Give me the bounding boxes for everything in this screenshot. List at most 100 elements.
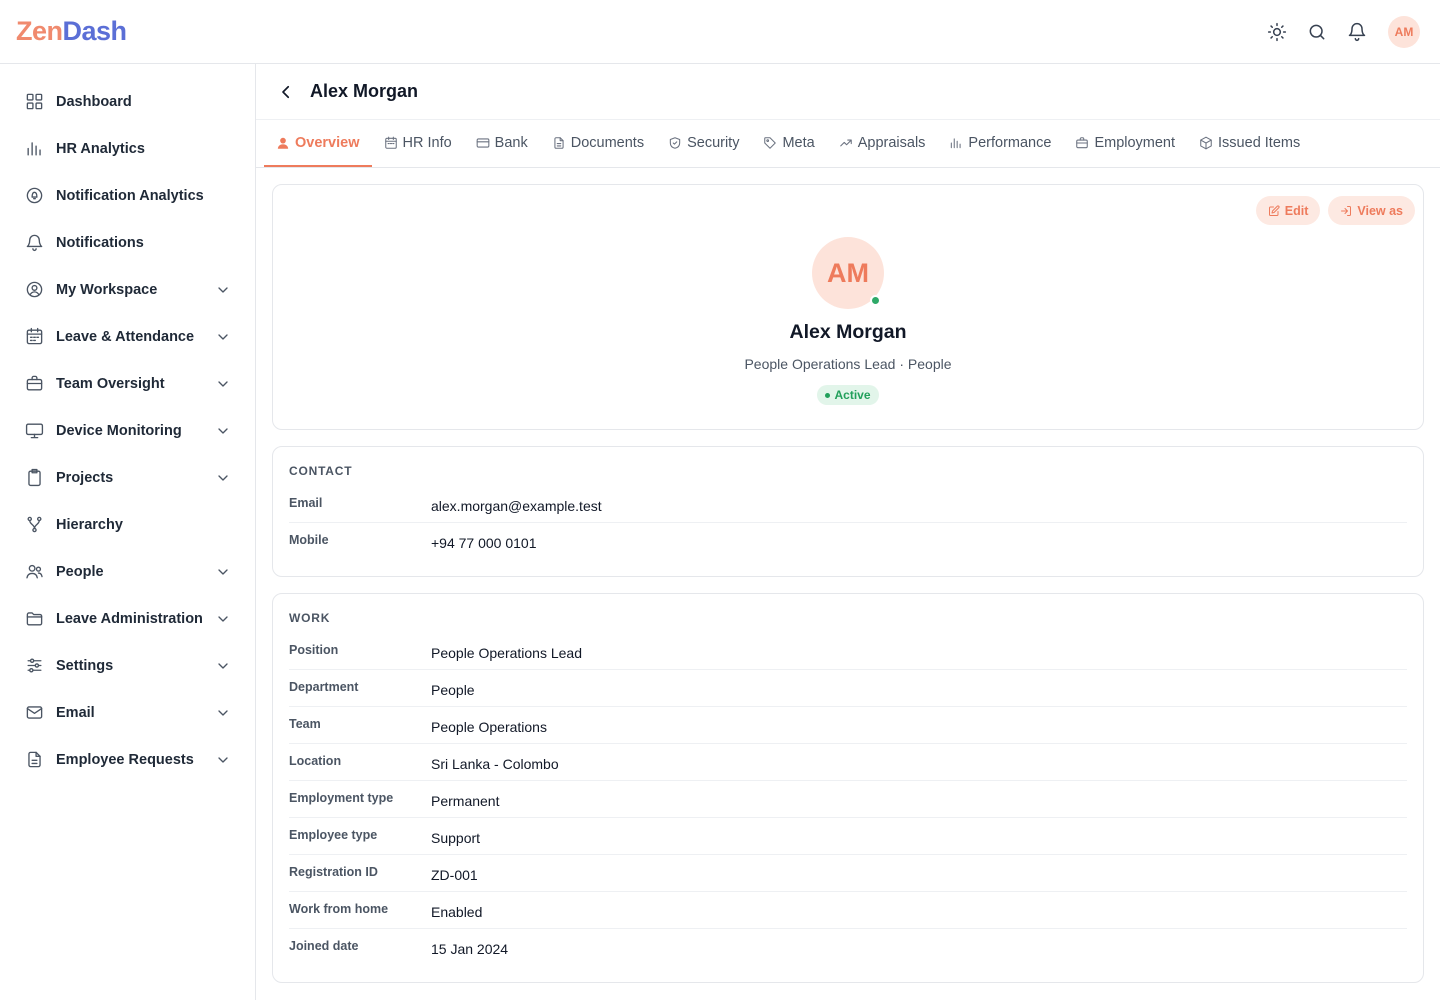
folder-icon [24,609,44,629]
app-logo[interactable]: Zen Dash [16,16,127,47]
work-row-employee-type: Employee type Support [289,818,1407,855]
shield-icon [669,136,681,149]
view-as-button[interactable]: View as [1328,196,1415,225]
grid-icon [24,92,44,112]
bar-chart-icon [24,139,44,159]
work-row-team: Team People Operations [289,707,1407,744]
user-avatar-button[interactable]: AM [1388,15,1420,48]
briefcase-icon [1076,136,1089,148]
sidebar-item-email[interactable]: Email [0,689,255,736]
work-row-position: Position People Operations Lead [289,633,1407,670]
sidebar-item-leave-administration[interactable]: Leave Administration [0,595,255,642]
sidebar-item-hierarchy[interactable]: Hierarchy [0,501,255,548]
chevron-left-icon [282,85,290,98]
bar-chart-icon [951,137,962,148]
user-icon [277,137,289,149]
chevron-down-icon[interactable] [215,564,231,580]
sidebar-item-people[interactable]: People [0,548,255,595]
logo-text-dash: Dash [62,16,128,46]
profile-summary: AM Alex Morgan People Operations Lead · … [273,237,1423,405]
sidebar-item-settings[interactable]: Settings [0,642,255,689]
tab-bank[interactable]: Bank [464,120,540,167]
tab-appraisals[interactable]: Appraisals [827,120,938,167]
overview-content: Edit View as AM Alex Morgan People Opera… [256,168,1440,983]
edit-icon [1268,204,1280,216]
profile-actions: Edit View as [1255,196,1415,225]
tab-employment[interactable]: Employment [1063,120,1187,167]
tab-label: Overview [295,134,360,151]
monitor-icon [24,421,44,441]
tab-label: Meta [782,134,815,151]
field-value: People Operations Lead [431,645,582,661]
document-icon [554,136,564,149]
tab-overview[interactable]: Overview [264,120,372,167]
profile-position-department: People Operations Lead · People [744,356,952,372]
sidebar-item-projects[interactable]: Projects [0,454,255,501]
chevron-down-icon[interactable] [215,611,231,627]
field-label: Team [289,717,321,731]
tab-hr-info[interactable]: HR Info [372,120,464,167]
chevron-down-icon[interactable] [215,658,231,674]
tab-meta[interactable]: Meta [751,120,826,167]
profile-card: Edit View as AM Alex Morgan People Opera… [272,184,1424,430]
sidebar-item-hr-analytics[interactable]: HR Analytics [0,125,255,172]
tab-security[interactable]: Security [656,120,751,167]
field-label: Work from home [289,902,389,916]
card-icon [476,137,490,148]
calendar-icon [24,327,44,347]
field-label: Email [289,496,323,510]
chevron-down-icon[interactable] [215,705,231,721]
contact-row-email: Email alex.morgan@example.test [289,486,1407,523]
chevron-down-icon[interactable] [215,752,231,768]
tab-label: Performance [968,134,1052,151]
field-value: Sri Lanka - Colombo [431,756,559,772]
field-value: Permanent [431,793,500,809]
box-icon [1200,136,1212,149]
sidebar-item-label: Leave & Attendance [56,328,195,345]
hierarchy-icon [24,515,44,535]
edit-button[interactable]: Edit [1255,196,1321,225]
chevron-down-icon[interactable] [215,376,231,392]
briefcase-icon [24,374,44,394]
sidebar-item-device-monitoring[interactable]: Device Monitoring [0,407,255,454]
profile-name: Alex Morgan [789,321,907,343]
status-label: Active [834,388,871,402]
field-value: People [431,682,475,698]
theme-toggle-sun-icon[interactable] [1266,21,1288,43]
sidebar-item-label: My Workspace [56,281,158,298]
sliders-icon [24,656,44,676]
sidebar-item-employee-requests[interactable]: Employee Requests [0,736,255,783]
top-actions: AM [1266,15,1420,48]
chevron-down-icon[interactable] [215,282,231,298]
chevron-down-icon[interactable] [215,470,231,486]
sidebar-item-notifications[interactable]: Notifications [0,219,255,266]
contact-card: CONTACT Email alex.morgan@example.test M… [272,446,1424,577]
back-button[interactable] [276,82,296,102]
tab-performance[interactable]: Performance [937,120,1063,167]
tab-documents[interactable]: Documents [540,120,656,167]
sidebar-item-label: Notification Analytics [56,187,204,204]
edit-button-label: Edit [1284,203,1309,218]
analytics-bell-icon [24,186,44,206]
sidebar-item-leave-attendance[interactable]: Leave & Attendance [0,313,255,360]
field-label: Registration ID [289,865,378,879]
section-title-work: WORK [289,611,331,625]
sidebar: Dashboard HR Analytics Notification Anal… [0,64,256,1000]
sidebar-item-dashboard[interactable]: Dashboard [0,78,255,125]
sidebar-item-team-oversight[interactable]: Team Oversight [0,360,255,407]
chevron-down-icon[interactable] [215,423,231,439]
profile-avatar: AM [812,237,884,309]
field-value: Support [431,830,481,846]
chevron-down-icon[interactable] [215,329,231,345]
trend-icon [839,139,852,146]
tab-issued-items[interactable]: Issued Items [1187,120,1312,167]
sidebar-item-my-workspace[interactable]: My Workspace [0,266,255,313]
tab-label: HR Info [402,134,452,151]
sidebar-item-label: Projects [56,469,114,486]
calendar-icon [384,136,397,149]
bell-icon[interactable] [1346,21,1368,43]
tab-label: Appraisals [857,134,926,151]
view-as-button-label: View as [1357,203,1403,218]
sidebar-item-notification-analytics[interactable]: Notification Analytics [0,172,255,219]
search-icon[interactable] [1306,21,1328,43]
